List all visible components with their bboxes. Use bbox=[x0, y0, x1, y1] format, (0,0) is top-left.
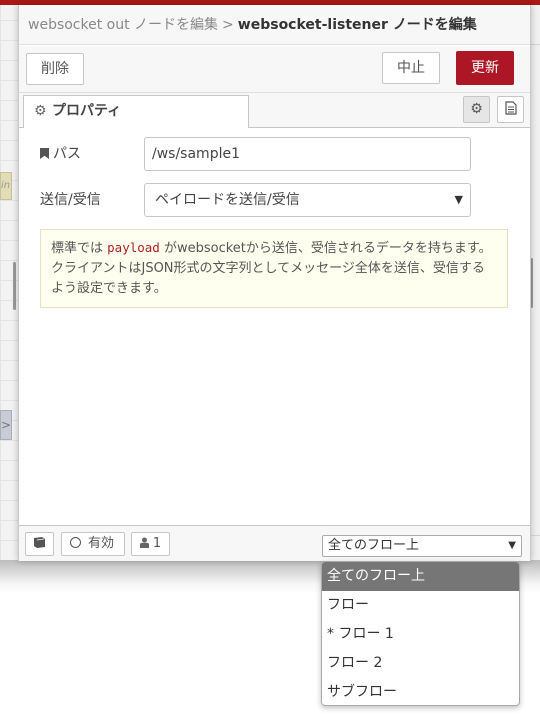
gear-icon: ⚙ bbox=[470, 101, 483, 117]
scope-option[interactable]: 全てのフロー上 bbox=[322, 562, 519, 591]
page: in > websocket out ノードを編集 > websocket-list… bbox=[0, 0, 540, 719]
node-help-button[interactable] bbox=[25, 532, 54, 556]
scope-select[interactable]: 全てのフロー上 ▼ bbox=[322, 535, 522, 557]
tip-code: payload bbox=[107, 240, 160, 255]
delete-button[interactable]: 削除 bbox=[26, 53, 84, 85]
send-receive-select[interactable]: ペイロードを送信/受信 ▼ bbox=[144, 183, 471, 217]
tab-description[interactable] bbox=[497, 96, 524, 123]
tab-bar: ⚙ プロパティ ⚙ bbox=[19, 93, 530, 128]
help-tip: 標準では payload がwebsocketから送信、受信されるデータを持ちま… bbox=[40, 229, 508, 308]
tip-text-before: 標準では bbox=[51, 241, 108, 256]
path-label: パス bbox=[40, 144, 81, 164]
user-icon bbox=[139, 537, 149, 548]
background-node[interactable]: > bbox=[0, 410, 12, 440]
send-receive-label: 送信/受信 bbox=[40, 192, 101, 208]
breadcrumb: websocket out ノードを編集 > websocket-listener … bbox=[19, 5, 530, 45]
scope-option[interactable]: フロー 2 bbox=[322, 649, 519, 678]
document-icon bbox=[504, 101, 517, 115]
scope-option[interactable]: フロー bbox=[322, 591, 519, 620]
book-icon bbox=[34, 537, 45, 548]
enabled-label: 有効 bbox=[88, 536, 115, 551]
tab-properties-label: プロパティ bbox=[52, 103, 122, 119]
scope-dropdown: 全てのフロー上 フロー * フロー 1 フロー 2 サブフロー bbox=[321, 561, 520, 706]
breadcrumb-separator: > bbox=[222, 17, 234, 33]
sidebar-divider bbox=[531, 44, 540, 45]
breadcrumb-parent-link[interactable]: websocket out ノードを編集 bbox=[28, 17, 218, 33]
enabled-toggle[interactable]: 有効 bbox=[61, 532, 125, 556]
users-count: 1 bbox=[152, 536, 162, 551]
path-input[interactable] bbox=[144, 137, 471, 171]
tab-settings[interactable]: ⚙ bbox=[463, 96, 490, 123]
users-button[interactable]: 1 bbox=[131, 532, 170, 556]
cancel-button[interactable]: 中止 bbox=[382, 52, 440, 84]
scope-value: 全てのフロー上 bbox=[328, 538, 420, 553]
tray-resize-handle-left[interactable] bbox=[13, 262, 16, 310]
background-node[interactable]: in bbox=[0, 172, 12, 200]
send-receive-value: ペイロードを送信/受信 bbox=[155, 192, 300, 208]
tab-properties[interactable]: ⚙ プロパティ bbox=[23, 95, 249, 128]
update-button[interactable]: 更新 bbox=[456, 51, 514, 85]
sidebar-divider bbox=[531, 535, 540, 536]
tray-toolbar: 削除 中止 更新 bbox=[19, 46, 530, 93]
bookmark-icon bbox=[40, 148, 49, 159]
scope-option[interactable]: サブフロー bbox=[322, 678, 519, 705]
chevron-down-icon: ▼ bbox=[508, 540, 516, 551]
gear-icon: ⚙ bbox=[34, 103, 47, 119]
tray-footer: 有効 1 全てのフロー上 ▼ bbox=[19, 525, 530, 561]
chevron-down-icon: ▼ bbox=[454, 193, 463, 206]
path-label-text: パス bbox=[53, 146, 81, 162]
breadcrumb-current: websocket-listener ノードを編集 bbox=[237, 17, 477, 33]
scope-option[interactable]: * フロー 1 bbox=[322, 620, 519, 649]
circle-icon bbox=[70, 537, 81, 548]
edit-tray: websocket out ノードを編集 > websocket-listener … bbox=[18, 5, 531, 561]
